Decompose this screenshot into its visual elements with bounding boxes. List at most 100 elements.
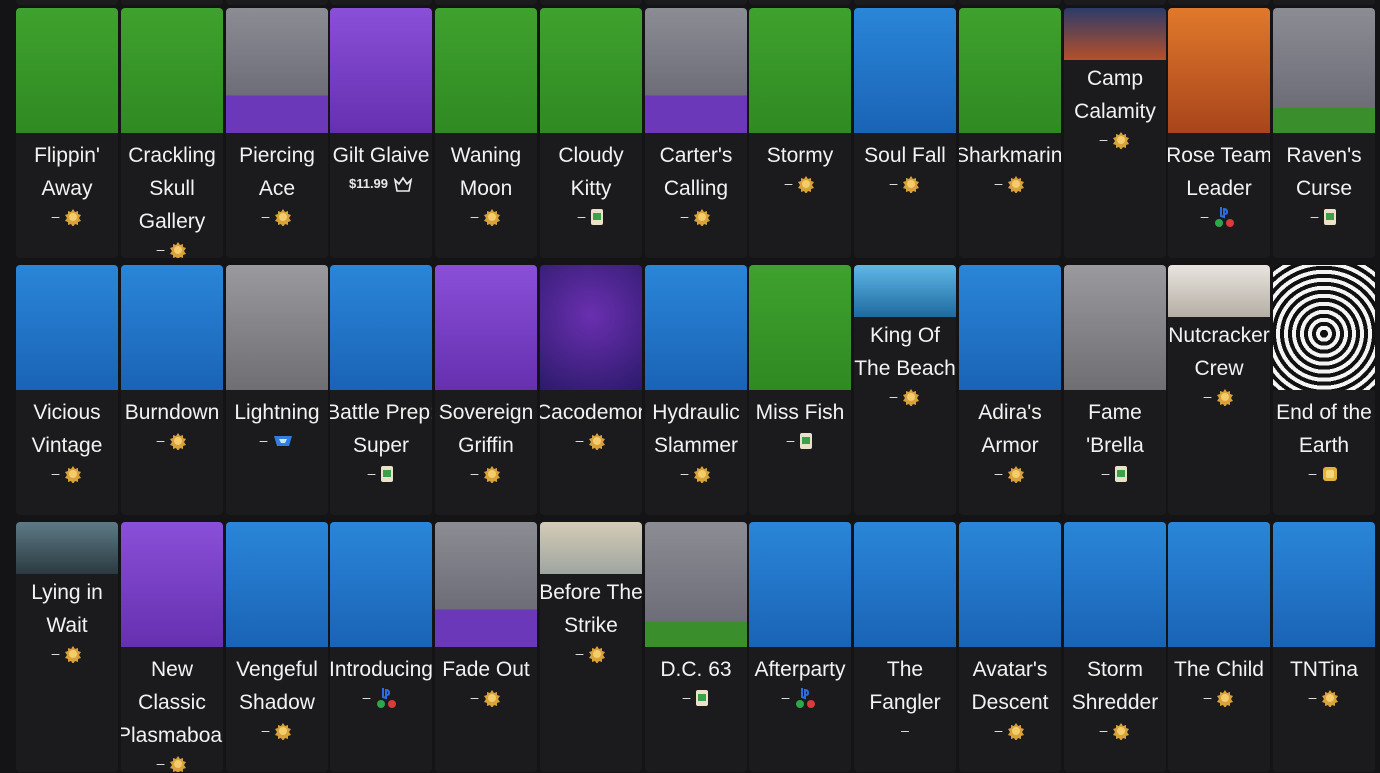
item-image bbox=[1168, 522, 1270, 647]
item-card[interactable]: Sharkmarine– bbox=[959, 8, 1061, 258]
item-price: – bbox=[994, 722, 1003, 738]
item-image bbox=[540, 522, 642, 574]
battle-pass-icon bbox=[483, 689, 501, 708]
item-card[interactable]: Stormy – bbox=[749, 8, 851, 258]
item-source: – bbox=[226, 205, 328, 227]
item-name: Avatar's Descent – bbox=[959, 653, 1061, 741]
item-price: – bbox=[470, 465, 479, 481]
previous-card-bottom bbox=[435, 0, 537, 5]
item-card[interactable]: Hydraulic Slammer – bbox=[645, 265, 747, 515]
item-price: – bbox=[1200, 208, 1209, 224]
item-price: – bbox=[470, 689, 479, 705]
item-card[interactable]: TNTina – bbox=[1273, 522, 1375, 772]
item-card[interactable]: Raven's Curse – bbox=[1273, 8, 1375, 258]
item-card[interactable]: Vicious Vintage – bbox=[16, 265, 118, 515]
item-card[interactable]: Fame 'Brella – bbox=[1064, 265, 1166, 515]
item-image bbox=[854, 522, 956, 647]
item-card[interactable]: Avatar's Descent – bbox=[959, 522, 1061, 772]
item-name: Crackling Skull Gallery – bbox=[121, 139, 223, 258]
item-name: Afterparty – bbox=[749, 653, 851, 710]
item-card[interactable]: Flippin' Away – bbox=[16, 8, 118, 258]
battle-pass-icon bbox=[1112, 131, 1130, 150]
item-card[interactable]: Crackling Skull Gallery – bbox=[121, 8, 223, 258]
item-name: Fame 'Brella – bbox=[1064, 396, 1166, 484]
item-source: – bbox=[1168, 686, 1270, 708]
item-card[interactable]: Sovereign Griffin – bbox=[435, 265, 537, 515]
item-row: Vicious Vintage – Burndown – Lightning – Battl… bbox=[16, 265, 1380, 515]
item-source: – bbox=[645, 462, 747, 484]
item-image bbox=[854, 265, 956, 317]
item-card[interactable]: Camp Calamity – bbox=[1064, 8, 1166, 258]
item-card[interactable]: Carter's Calling – bbox=[645, 8, 747, 258]
item-image bbox=[1168, 265, 1270, 317]
item-card[interactable]: Introducing – bbox=[330, 522, 432, 772]
item-name: King Of The Beach – bbox=[854, 319, 956, 407]
item-source: – bbox=[1064, 128, 1166, 150]
code-card-icon bbox=[1114, 465, 1128, 483]
item-card[interactable]: Soul Fall – bbox=[854, 8, 956, 258]
item-card[interactable]: King Of The Beach – bbox=[854, 265, 956, 515]
code-card-icon bbox=[695, 689, 709, 707]
item-name: The Fangler – bbox=[854, 653, 956, 741]
item-card[interactable]: Rose Team Leader – bbox=[1168, 8, 1270, 258]
item-image bbox=[645, 522, 747, 647]
item-price: – bbox=[1310, 208, 1319, 224]
item-card[interactable]: Lightning – bbox=[226, 265, 328, 515]
previous-card-bottom bbox=[1273, 0, 1375, 5]
item-image bbox=[1168, 8, 1270, 133]
item-card[interactable]: D.C. 63– bbox=[645, 522, 747, 772]
item-price: – bbox=[1099, 131, 1108, 147]
crown-icon bbox=[393, 175, 413, 193]
item-source: – bbox=[121, 238, 223, 258]
code-card-icon bbox=[380, 465, 394, 483]
battle-pass-icon bbox=[588, 645, 606, 664]
item-card[interactable]: The Fangler – bbox=[854, 522, 956, 772]
item-card[interactable]: Nutcracker Crew – bbox=[1168, 265, 1270, 515]
item-source: – bbox=[1168, 385, 1270, 407]
item-card[interactable]: Miss Fish – bbox=[749, 265, 851, 515]
item-source: – bbox=[959, 719, 1061, 741]
item-card[interactable]: Battle Prep: Super – bbox=[330, 265, 432, 515]
item-image bbox=[749, 265, 851, 390]
battle-pass-icon bbox=[274, 208, 292, 227]
item-price: – bbox=[575, 645, 584, 661]
battle-pass-icon bbox=[483, 208, 501, 227]
item-card[interactable]: Before The Strike – bbox=[540, 522, 642, 772]
item-card[interactable]: Cloudy Kitty – bbox=[540, 8, 642, 258]
item-source: – bbox=[854, 719, 956, 741]
previous-card-bottom bbox=[121, 0, 223, 5]
item-name: Storm Shredder – bbox=[1064, 653, 1166, 741]
code-card-icon bbox=[799, 432, 813, 450]
console-bundle-icon bbox=[1213, 205, 1237, 229]
item-price: – bbox=[784, 175, 793, 191]
item-card[interactable]: Adira's Armor – bbox=[959, 265, 1061, 515]
item-card[interactable]: Lying in Wait – bbox=[16, 522, 118, 772]
item-name: Carter's Calling – bbox=[645, 139, 747, 227]
item-price: – bbox=[901, 722, 909, 738]
item-price: – bbox=[156, 241, 165, 257]
item-card[interactable]: End of the Earth – bbox=[1273, 265, 1375, 515]
item-image bbox=[16, 8, 118, 133]
item-source: – bbox=[645, 686, 747, 708]
item-card[interactable]: Burndown – bbox=[121, 265, 223, 515]
item-card[interactable]: Afterparty – bbox=[749, 522, 851, 772]
item-card[interactable]: Waning Moon – bbox=[435, 8, 537, 258]
item-source: – bbox=[330, 462, 432, 484]
item-image bbox=[1064, 8, 1166, 60]
battle-pass-icon bbox=[693, 465, 711, 484]
item-card[interactable]: New Classic Plasmaboard– bbox=[121, 522, 223, 772]
item-source: – bbox=[540, 642, 642, 664]
item-card[interactable]: Storm Shredder – bbox=[1064, 522, 1166, 772]
item-image bbox=[959, 8, 1061, 133]
item-card[interactable]: Cacodemon – bbox=[540, 265, 642, 515]
item-card[interactable]: The Child – bbox=[1168, 522, 1270, 772]
item-card[interactable]: Piercing Ace – bbox=[226, 8, 328, 258]
battle-pass-icon bbox=[169, 432, 187, 451]
item-price: – bbox=[1308, 465, 1317, 481]
item-card[interactable]: Gilt Glaive $11.99 bbox=[330, 8, 432, 258]
item-name: Lightning – bbox=[226, 396, 328, 451]
item-name: Vicious Vintage – bbox=[16, 396, 118, 484]
item-card[interactable]: Vengeful Shadow – bbox=[226, 522, 328, 772]
item-card[interactable]: Fade Out – bbox=[435, 522, 537, 772]
item-image bbox=[330, 8, 432, 133]
